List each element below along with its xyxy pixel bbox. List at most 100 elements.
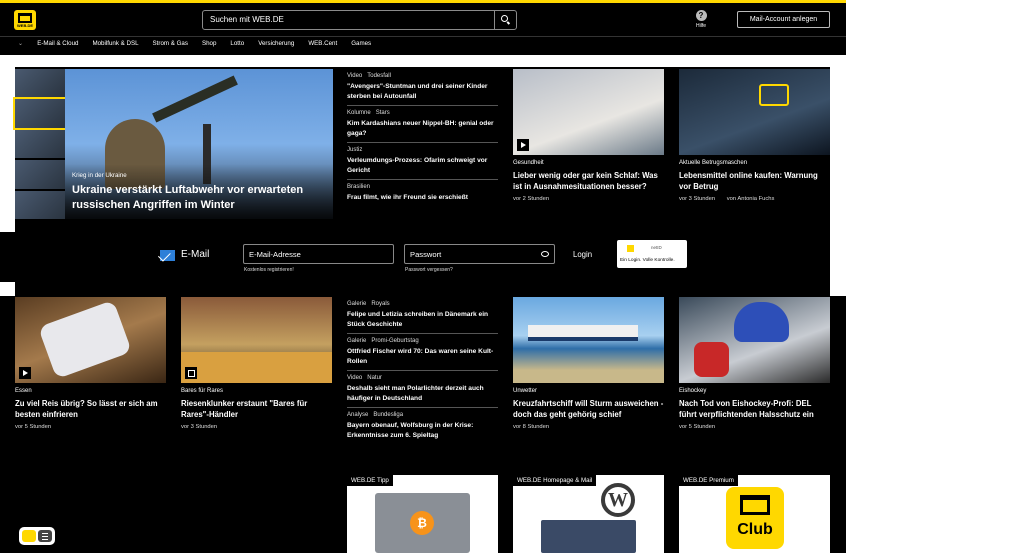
netid-badge[interactable]: netID Ein Login. Volle Kontrolle. [617, 240, 687, 268]
nav-item-lotto[interactable]: Lotto [230, 40, 244, 47]
netid-brand: netID [651, 245, 662, 250]
register-link[interactable]: Kostenlos registrieren! [244, 267, 294, 273]
gallery-icon [185, 367, 197, 379]
list-tag: Stars [375, 110, 390, 116]
nav-item-email-cloud[interactable]: E-Mail & Cloud [37, 40, 78, 47]
teaser-image-desk [181, 352, 332, 383]
mail-icon [160, 250, 175, 261]
list-item[interactable]: Justiz Verleumdungs-Prozess: Ofarim schw… [347, 142, 498, 179]
bitcoin-icon: ₿ [410, 511, 434, 535]
hero-thumbnail[interactable] [15, 160, 65, 189]
hero-thumbnail[interactable] [15, 129, 65, 159]
webde-logo[interactable]: WEB.DE [14, 10, 36, 30]
list-tag: Kolumne [347, 110, 371, 116]
teaser-image [513, 297, 664, 383]
create-account-button[interactable]: Mail-Account anlegen [737, 11, 830, 28]
list-item[interactable]: Kolumne Stars Kim Kardashians neuer Nippe… [347, 105, 498, 142]
menu-icon[interactable] [38, 530, 52, 542]
list-tag: Galerie [347, 301, 367, 307]
teaser-image [513, 69, 664, 155]
club-badge: Club [726, 487, 784, 549]
hero-title[interactable]: Ukraine verstärkt Luftabwehr vor erwarte… [72, 183, 327, 213]
teaser-headline[interactable]: Zu viel Reis übrig? So lässt er sich am … [15, 398, 166, 420]
help-label: Hilfe [695, 23, 706, 29]
temple-icon [18, 13, 32, 23]
news-list-bottom: Galerie Royals Felipe und Letizia schreib… [347, 301, 498, 444]
show-password-icon[interactable] [541, 251, 549, 257]
password-field[interactable]: Passwort [404, 244, 555, 264]
list-headline[interactable]: Verleumdungs-Prozess: Ofarim schweigt vo… [347, 156, 498, 176]
email-field[interactable]: E-Mail-Adresse [243, 244, 394, 264]
teaser-headline[interactable]: Lebensmittel online kaufen: Warnung vor … [679, 170, 830, 192]
teaser-card-ship[interactable]: Unwetter Kreuzfahrtschiff will Sturm aus… [513, 297, 664, 430]
list-item[interactable]: Galerie Promi-Geburtstag Ottfried Fischer… [347, 333, 498, 370]
promo-card-premium[interactable]: WEB.DE Premium Club [679, 475, 830, 553]
teaser-card-sleep[interactable]: Gesundheit Lieber wenig oder gar kein Sc… [513, 69, 664, 202]
list-tag: Royals [371, 301, 390, 307]
content-gap [0, 55, 846, 67]
hero-thumbnail-active[interactable] [13, 97, 67, 130]
list-headline[interactable]: Frau filmt, wie ihr Freund sie erschießt [347, 193, 498, 203]
teaser-card-rice[interactable]: Essen Zu viel Reis übrig? So lässt er si… [15, 297, 166, 430]
nav-item-webcent[interactable]: WEB.Cent [308, 40, 337, 47]
list-item[interactable]: Video Todesfall "Avengers"-Stuntman und d… [347, 73, 498, 105]
nav-item-games[interactable]: Games [351, 40, 371, 47]
hero-teaser[interactable]: Krieg in der Ukraine Ukraine verstärkt L… [65, 69, 333, 219]
list-item[interactable]: Brasilien Frau filmt, wie ihr Freund sie… [347, 179, 498, 206]
light-mode-icon[interactable] [22, 530, 36, 542]
teaser-time: vor 3 Stunden [679, 196, 716, 202]
nav-item-mobilfunk[interactable]: Mobilfunk & DSL [92, 40, 138, 47]
hero-thumbnail[interactable] [15, 69, 65, 98]
list-tag: Promi-Geburtstag [371, 338, 419, 344]
search-icon-handle [506, 21, 511, 25]
teaser-kicker: Aktuelle Betrugsmaschen [679, 160, 748, 166]
theme-toggle[interactable] [19, 527, 55, 545]
shopping-cart-icon [759, 84, 789, 106]
promo-label: WEB.DE Tipp [347, 475, 393, 486]
teaser-card-rares[interactable]: Bares für Rares Riesenklunker erstaunt "… [181, 297, 332, 430]
wordpress-icon: W [601, 483, 635, 517]
teaser-image-helmet [734, 302, 789, 342]
promo-card-homepage[interactable]: WEB.DE Homepage & Mail W [513, 475, 664, 553]
teaser-image-ship [528, 325, 638, 341]
list-headline[interactable]: Felipe und Letizia schreiben in Dänemark… [347, 310, 498, 330]
hero-kicker: Krieg in der Ukraine [72, 172, 127, 179]
list-headline[interactable]: Kim Kardashians neuer Nippel-BH: genial … [347, 119, 498, 139]
list-tag: Video [347, 375, 363, 381]
search-box[interactable]: Suchen mit WEB.DE [202, 10, 517, 30]
help-button[interactable]: ? Hilfe [692, 10, 710, 29]
list-item[interactable]: Analyse Bundesliga Bayern obenauf, Wolfsb… [347, 407, 498, 444]
nav-item-strom-gas[interactable]: Strom & Gas [153, 40, 188, 47]
nav-chevron-icon[interactable]: ⌄ [18, 40, 23, 47]
list-headline[interactable]: Ottfried Fischer wird 70: Das waren sein… [347, 347, 498, 367]
teaser-time: vor 8 Stunden [513, 424, 550, 430]
list-headline[interactable]: Bayern obenauf, Wolfsburg in der Krise: … [347, 421, 498, 441]
devices-mockup [541, 520, 636, 553]
teaser-headline[interactable]: Lieber wenig oder gar kein Schlaf: Was i… [513, 170, 664, 192]
list-tag: Todesfall [367, 73, 391, 79]
list-item[interactable]: Galerie Royals Felipe und Letizia schreib… [347, 301, 498, 333]
top-accent-line [0, 0, 846, 3]
teaser-time: vor 5 Stunden [679, 424, 716, 430]
nav-item-shop[interactable]: Shop [202, 40, 216, 47]
teaser-headline[interactable]: Nach Tod von Eishockey-Profi: DEL führt … [679, 398, 830, 420]
teaser-card-hockey[interactable]: Eishockey Nach Tod von Eishockey-Profi: … [679, 297, 830, 430]
hero-thumbnail[interactable] [15, 190, 65, 220]
teaser-author: von Antonia Fuchs [726, 196, 775, 202]
hero-thumbnail-strip [13, 69, 67, 220]
search-button[interactable] [494, 11, 516, 29]
promo-label: WEB.DE Homepage & Mail [513, 475, 597, 486]
forgot-password-link[interactable]: Passwort vergessen? [405, 267, 453, 273]
list-item[interactable]: Video Natur Deshalb sieht man Polarlichte… [347, 370, 498, 407]
list-headline[interactable]: Deshalb sieht man Polarlichter derzeit a… [347, 384, 498, 404]
login-button[interactable]: Login [573, 250, 592, 259]
list-tag: Natur [367, 375, 382, 381]
list-tag: Justiz [347, 147, 363, 153]
search-input[interactable]: Suchen mit WEB.DE [210, 15, 284, 24]
list-headline[interactable]: "Avengers"-Stuntman und drei seiner Kind… [347, 82, 498, 102]
promo-card-tipp[interactable]: WEB.DE Tipp ₿ [347, 475, 498, 553]
teaser-card-fraud[interactable]: Aktuelle Betrugsmaschen Lebensmittel onl… [679, 69, 830, 202]
nav-item-versicherung[interactable]: Versicherung [258, 40, 294, 47]
teaser-headline[interactable]: Kreuzfahrtschiff will Sturm ausweichen -… [513, 398, 664, 420]
teaser-headline[interactable]: Riesenklunker erstaunt "Bares für Rares"… [181, 398, 332, 420]
